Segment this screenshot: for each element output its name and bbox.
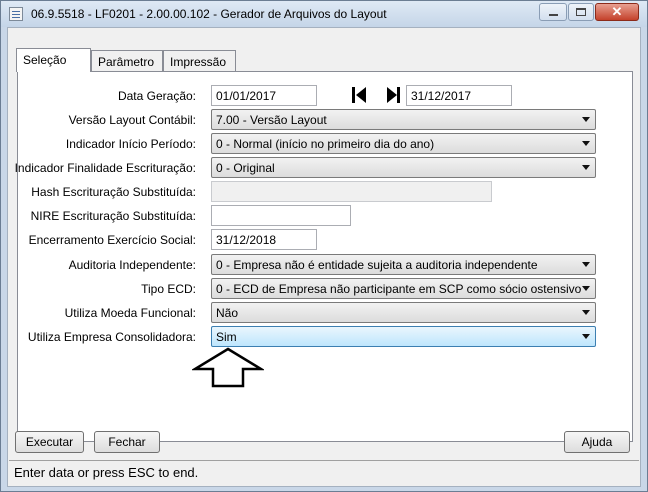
chevron-down-icon bbox=[582, 310, 590, 315]
encerramento-input[interactable]: 31/12/2018 bbox=[211, 229, 317, 250]
tab-label: Seleção bbox=[23, 53, 67, 67]
chevron-down-icon bbox=[582, 286, 590, 291]
chevron-down-icon bbox=[582, 165, 590, 170]
nire-escrituracao-input[interactable] bbox=[211, 205, 351, 226]
indicador-finalidade-value: 0 - Original bbox=[216, 161, 275, 175]
app-icon bbox=[9, 7, 23, 21]
indicador-inicio-select[interactable]: 0 - Normal (início no primeiro dia do an… bbox=[211, 133, 596, 154]
maximize-button[interactable] bbox=[568, 3, 594, 21]
moeda-funcional-label: Utiliza Moeda Funcional: bbox=[64, 306, 196, 320]
title-bar: 06.9.5518 - LF0201 - 2.00.00.102 - Gerad… bbox=[1, 1, 647, 27]
status-text: Enter data or press ESC to end. bbox=[14, 465, 199, 480]
versao-layout-value: 7.00 - Versão Layout bbox=[216, 113, 327, 127]
first-record-button[interactable] bbox=[349, 85, 369, 105]
app-window: 06.9.5518 - LF0201 - 2.00.00.102 - Gerad… bbox=[0, 0, 648, 492]
status-bar: Enter data or press ESC to end. bbox=[9, 460, 639, 484]
empresa-consolidadora-label: Utiliza Empresa Consolidadora: bbox=[27, 330, 196, 344]
close-button[interactable]: ✕ bbox=[595, 3, 639, 21]
auditoria-label: Auditoria Independente: bbox=[68, 258, 196, 272]
minimize-button[interactable] bbox=[539, 3, 567, 21]
encerramento-label: Encerramento Exercício Social: bbox=[28, 233, 196, 247]
data-geracao-label: Data Geração: bbox=[117, 89, 196, 103]
tipo-ecd-label: Tipo ECD: bbox=[141, 282, 196, 296]
chevron-down-icon bbox=[582, 141, 590, 146]
minimize-icon bbox=[549, 14, 558, 16]
tab-impressao[interactable]: Impressão bbox=[163, 50, 236, 72]
chevron-down-icon bbox=[582, 334, 590, 339]
chevron-down-icon bbox=[582, 117, 590, 122]
dialog-client-area: Seleção Parâmetro Impressão Data Geração… bbox=[7, 27, 641, 487]
window-title: 06.9.5518 - LF0201 - 2.00.00.102 - Gerad… bbox=[31, 7, 387, 21]
data-geracao-end-input[interactable]: 31/12/2017 bbox=[406, 85, 512, 106]
fechar-button[interactable]: Fechar bbox=[94, 431, 160, 453]
ajuda-button[interactable]: Ajuda bbox=[564, 431, 630, 453]
indicador-inicio-value: 0 - Normal (início no primeiro dia do an… bbox=[216, 137, 435, 151]
tipo-ecd-value: 0 - ECD de Empresa não participante em S… bbox=[216, 282, 582, 296]
up-arrow-icon bbox=[192, 347, 264, 388]
tab-label: Parâmetro bbox=[98, 55, 155, 69]
maximize-icon bbox=[576, 8, 586, 16]
indicador-inicio-label: Indicador Início Período: bbox=[65, 137, 196, 151]
versao-layout-label: Versão Layout Contábil: bbox=[68, 113, 196, 127]
versao-layout-select[interactable]: 7.00 - Versão Layout bbox=[211, 109, 596, 130]
close-icon: ✕ bbox=[611, 4, 623, 19]
tipo-ecd-select[interactable]: 0 - ECD de Empresa não participante em S… bbox=[211, 278, 596, 299]
selecao-panel: Data Geração: 01/01/2017 31/12/2017 Vers… bbox=[14, 71, 633, 442]
auditoria-value: 0 - Empresa não é entidade sujeita a aud… bbox=[216, 258, 538, 272]
moeda-funcional-value: Não bbox=[216, 306, 239, 320]
tab-parametro[interactable]: Parâmetro bbox=[91, 50, 163, 72]
indicador-finalidade-select[interactable]: 0 - Original bbox=[211, 157, 596, 178]
executar-button[interactable]: Executar bbox=[15, 431, 84, 453]
hash-escrituracao-label: Hash Escrituração Substituída: bbox=[31, 185, 196, 199]
empresa-consolidadora-select[interactable]: Sim bbox=[211, 326, 596, 347]
moeda-funcional-select[interactable]: Não bbox=[211, 302, 596, 323]
indicador-finalidade-label: Indicador Finalidade Escrituração: bbox=[14, 161, 196, 175]
chevron-down-icon bbox=[582, 262, 590, 267]
empresa-consolidadora-value: Sim bbox=[216, 330, 237, 344]
nire-escrituracao-label: NIRE Escrituração Substituída: bbox=[30, 209, 196, 223]
tab-label: Impressão bbox=[170, 55, 227, 69]
auditoria-select[interactable]: 0 - Empresa não é entidade sujeita a aud… bbox=[211, 254, 596, 275]
last-record-button[interactable] bbox=[384, 85, 404, 105]
data-geracao-start-input[interactable]: 01/01/2017 bbox=[211, 85, 317, 106]
tab-selecao[interactable]: Seleção bbox=[16, 48, 91, 72]
hash-escrituracao-input[interactable] bbox=[211, 181, 492, 202]
